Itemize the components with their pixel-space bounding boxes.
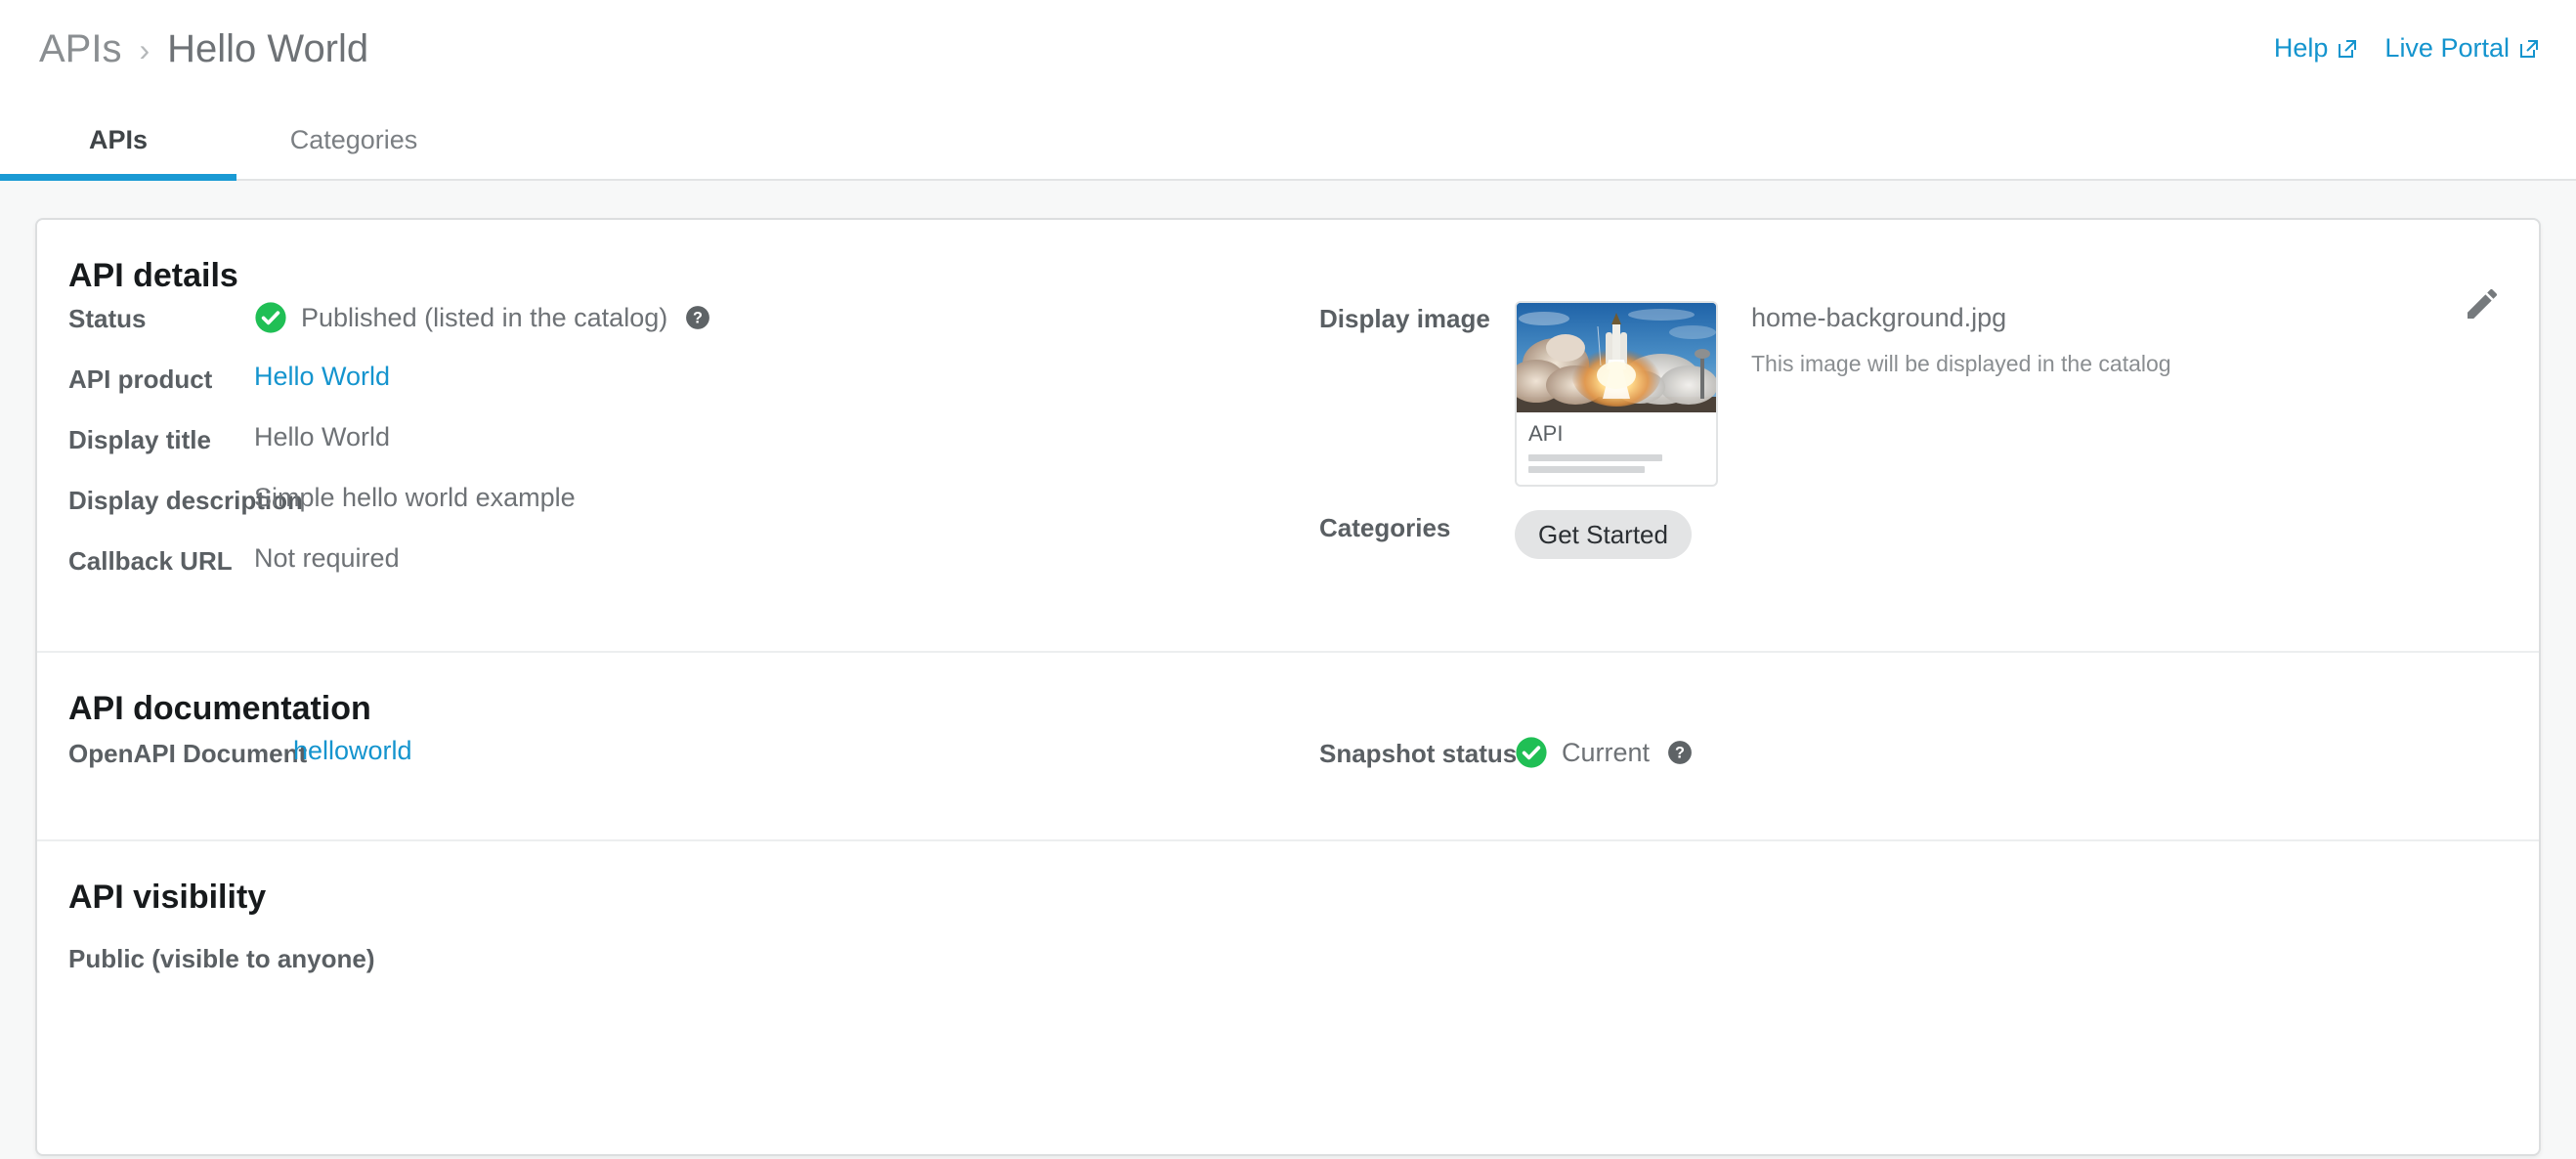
display-image-row: Display image API home-background.jpg Th… — [1319, 301, 2508, 487]
breadcrumb-current: Hello World — [167, 27, 369, 70]
check-circle-icon — [254, 301, 287, 334]
help-circle-icon[interactable]: ? — [685, 305, 710, 330]
help-circle-icon[interactable]: ? — [1667, 740, 1693, 765]
live-portal-link-label: Live Portal — [2384, 33, 2510, 63]
external-link-icon — [2336, 37, 2359, 61]
api-documentation-section: API documentation OpenAPI Document hello… — [37, 651, 2539, 796]
tab-categories-label: Categories — [289, 125, 418, 154]
snapshot-status-value: Current ? — [1515, 736, 1693, 769]
display-title-value: Hello World — [254, 422, 391, 451]
tab-apis-label: APIs — [88, 125, 149, 154]
pencil-icon[interactable] — [2463, 284, 2502, 323]
status-row: Status Published (listed in the catalog) — [68, 301, 1319, 362]
thumbnail-placeholder-bar — [1528, 466, 1645, 473]
breadcrumb-root-link[interactable]: APIs — [39, 27, 121, 71]
api-visibility-title: API visibility — [68, 879, 267, 916]
api-documentation-left-column: OpenAPI Document helloworld — [68, 736, 1319, 796]
page-body: API details Status Published (listed in … — [0, 181, 2576, 1156]
thumbnail-placeholder-bar — [1528, 454, 1662, 461]
display-image-filename: home-background.jpg — [1751, 303, 2007, 332]
check-circle-icon — [1515, 736, 1548, 769]
api-product-link[interactable]: Hello World — [254, 362, 390, 392]
callback-url-value: Not required — [254, 543, 400, 573]
rocket-launch-photo — [1517, 303, 1716, 412]
display-image-hint: This image will be displayed in the cata… — [1751, 351, 2171, 376]
callback-url-label: Callback URL — [68, 546, 233, 576]
display-description-value: Simple hello world example — [254, 483, 576, 512]
api-detail-card: API details Status Published (listed in … — [35, 218, 2541, 1156]
tab-categories[interactable]: Categories — [236, 107, 471, 179]
openapi-document-label: OpenAPI Document — [68, 739, 308, 768]
api-product-label: API product — [68, 365, 213, 394]
tab-bar: APIs Categories — [0, 107, 2576, 181]
svg-text:?: ? — [693, 309, 703, 326]
tab-apis[interactable]: APIs — [0, 107, 236, 181]
display-image-label: Display image — [1319, 304, 1490, 333]
category-chip-get-started[interactable]: Get Started — [1515, 510, 1692, 559]
api-product-row: API product Hello World — [68, 362, 1319, 422]
api-details-title: API details — [68, 257, 238, 294]
snapshot-status-label: Snapshot status — [1319, 739, 1518, 768]
api-details-section: API details Status Published (listed in … — [37, 220, 2539, 604]
api-documentation-right-column: Snapshot status Current ? — [1319, 736, 2508, 796]
display-image-meta: home-background.jpg This image will be d… — [1718, 301, 2171, 377]
snapshot-status-text: Current — [1562, 737, 1651, 767]
display-title-row: Display title Hello World — [68, 422, 1319, 483]
status-value: Published (listed in the catalog) ? — [254, 301, 710, 334]
help-link[interactable]: Help — [2274, 33, 2360, 64]
openapi-document-link[interactable]: helloworld — [293, 736, 412, 766]
page-header: APIs › Hello World Help Live Portal — [0, 0, 2576, 107]
thumbnail-title: API — [1528, 421, 1564, 446]
breadcrumb: APIs › Hello World — [39, 27, 368, 71]
openapi-document-row: OpenAPI Document helloworld — [68, 736, 1319, 796]
categories-label: Categories — [1319, 513, 1451, 542]
header-links: Help Live Portal — [2274, 33, 2541, 64]
external-link-icon — [2517, 37, 2541, 61]
status-label: Status — [68, 304, 147, 333]
status-text: Published (listed in the catalog) — [301, 302, 668, 332]
api-documentation-title: API documentation — [68, 690, 371, 727]
api-details-right-column: Display image API home-background.jpg Th… — [1319, 301, 2508, 604]
api-visibility-section: API visibility Public (visible to anyone… — [37, 839, 2539, 974]
display-image-thumbnail[interactable]: API — [1515, 301, 1718, 487]
breadcrumb-separator-icon: › — [139, 31, 150, 67]
display-description-label: Display description — [68, 486, 303, 515]
api-details-left-column: Status Published (listed in the catalog) — [68, 301, 1319, 604]
callback-url-row: Callback URL Not required — [68, 543, 1319, 604]
api-visibility-value: Public (visible to anyone) — [68, 944, 375, 973]
svg-text:?: ? — [1675, 744, 1685, 761]
display-title-label: Display title — [68, 425, 211, 454]
thumbnail-meta: API — [1517, 412, 1716, 473]
help-link-label: Help — [2273, 33, 2329, 63]
live-portal-link[interactable]: Live Portal — [2384, 33, 2541, 64]
categories-value: Get Started — [1515, 510, 1692, 559]
display-description-row: Display description Simple hello world e… — [68, 483, 1319, 543]
categories-row: Categories Get Started — [1319, 510, 2508, 571]
snapshot-status-row: Snapshot status Current ? — [1319, 736, 2508, 796]
